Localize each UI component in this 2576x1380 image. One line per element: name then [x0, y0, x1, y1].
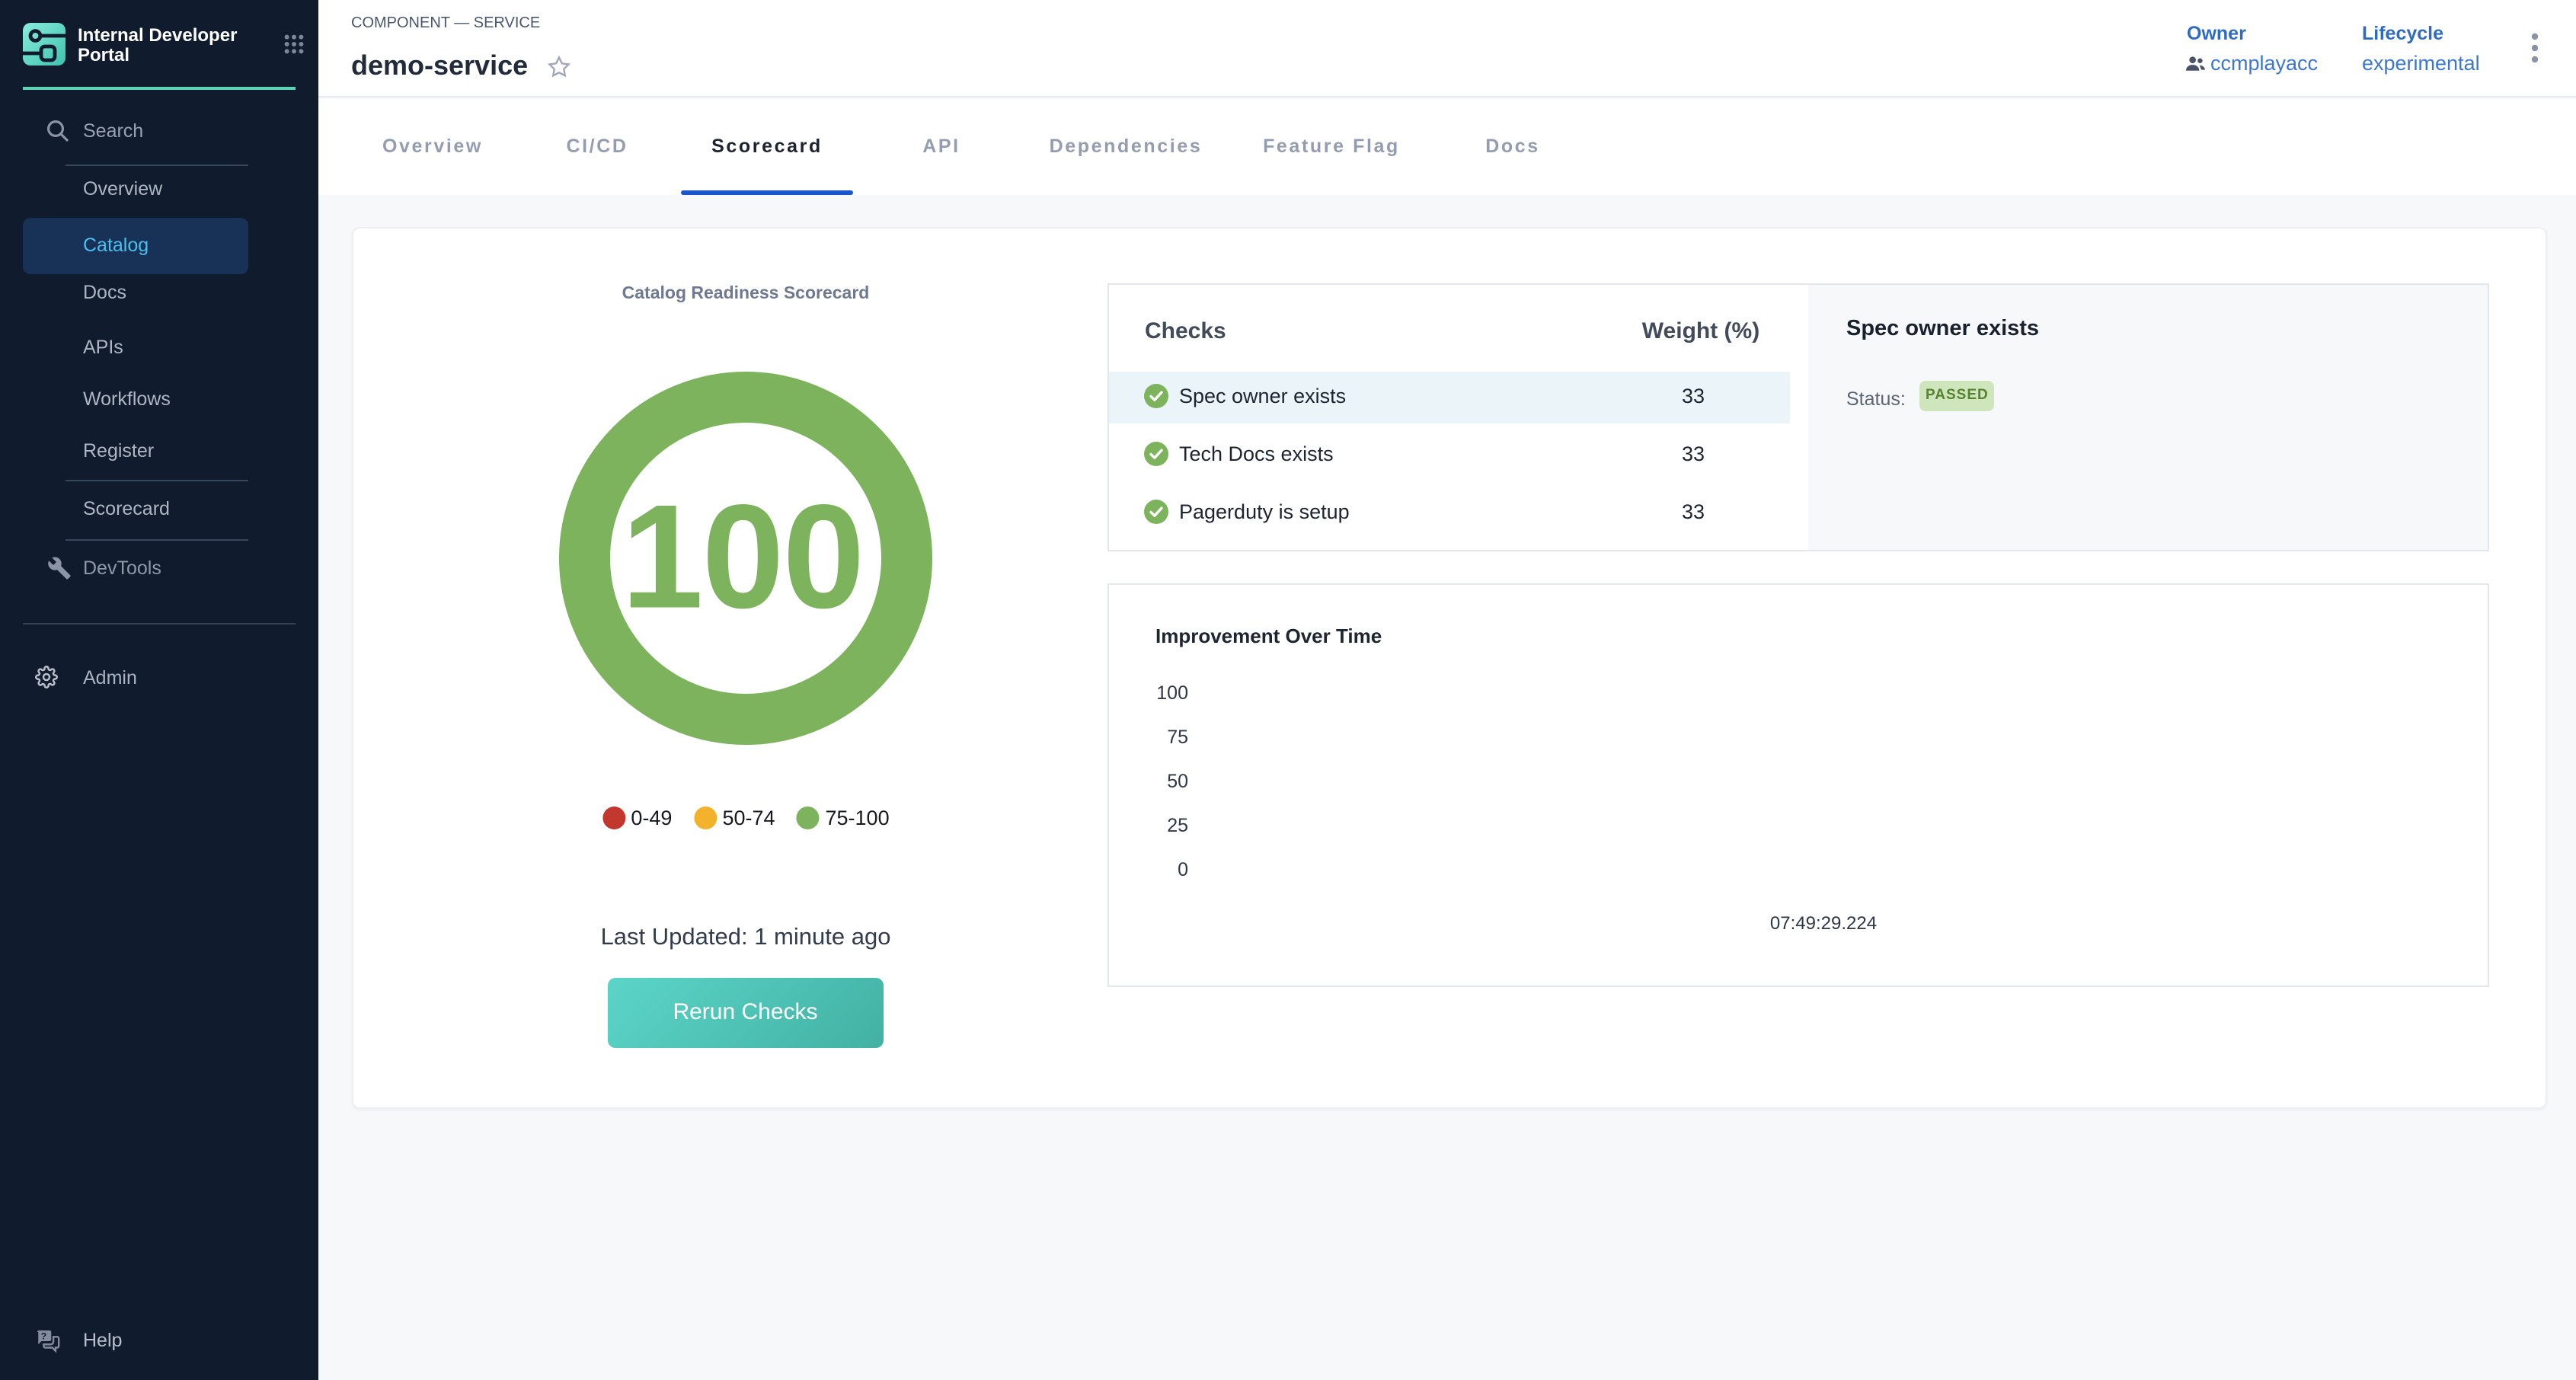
svg-text:?: ?: [41, 1330, 46, 1341]
